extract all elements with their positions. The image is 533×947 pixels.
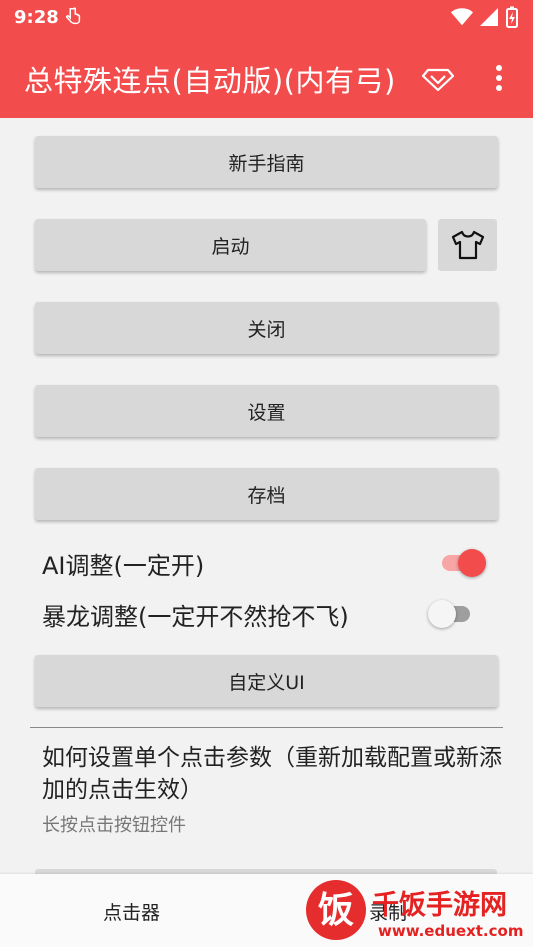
status-bar: 9:28 xyxy=(0,0,533,36)
status-time: 9:28 xyxy=(14,7,59,28)
custom-ui-button[interactable]: 自定义UI xyxy=(35,655,498,707)
touch-icon xyxy=(66,7,81,25)
help-subtitle: 长按点击按钮控件 xyxy=(42,815,186,836)
help-title: 如何设置单个点击参数（重新加载配置或新添加的点击生效） xyxy=(42,745,502,803)
divider xyxy=(30,727,503,728)
signal-icon xyxy=(480,8,498,26)
ai-adjust-label: AI调整(一定开) xyxy=(42,551,205,580)
ai-adjust-switch[interactable] xyxy=(436,543,486,583)
dino-adjust-switch[interactable] xyxy=(428,594,472,634)
dino-adjust-row: 暴龙调整(一定开不然抢不飞) xyxy=(42,594,492,634)
app-title: 总特殊连点(自动版)(内有弓) xyxy=(24,64,396,98)
dino-adjust-label: 暴龙调整(一定开不然抢不飞) xyxy=(42,602,349,631)
tshirt-icon xyxy=(451,230,484,260)
close-button[interactable]: 关闭 xyxy=(35,302,498,354)
settings-button[interactable]: 设置 xyxy=(35,385,498,437)
start-button[interactable]: 启动 xyxy=(35,219,426,271)
nav-item-clicker[interactable]: 点击器 xyxy=(103,898,160,925)
switch-thumb xyxy=(428,600,456,628)
diamond-icon[interactable] xyxy=(420,59,456,95)
watermark-url: www.eduext.com xyxy=(378,922,523,940)
battery-icon xyxy=(506,6,518,28)
watermark-brand: 饭 xyxy=(318,890,354,931)
switch-thumb xyxy=(458,549,486,577)
status-icons xyxy=(451,6,519,28)
ai-adjust-row: AI调整(一定开) xyxy=(42,543,492,583)
save-button[interactable]: 存档 xyxy=(35,468,498,520)
wifi-icon xyxy=(451,8,473,26)
app-bar: 总特殊连点(自动版)(内有弓) xyxy=(0,36,533,118)
watermark-logo: 饭 千饭手游网 www.eduext.com xyxy=(306,880,523,940)
more-vert-icon[interactable] xyxy=(487,61,511,95)
skin-button[interactable] xyxy=(438,219,497,271)
guide-button[interactable]: 新手指南 xyxy=(35,136,498,188)
watermark-name: 千饭手游网 xyxy=(372,890,507,921)
